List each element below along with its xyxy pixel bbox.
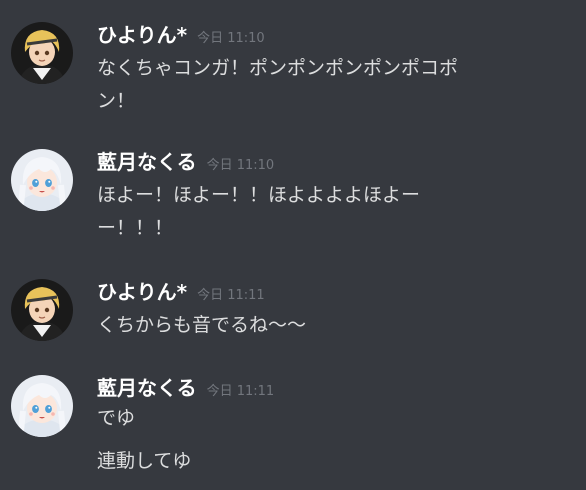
- blonde-anime-avatar-icon[interactable]: [11, 22, 73, 84]
- username[interactable]: ひよりん*: [97, 22, 187, 48]
- message-line: でゆ: [97, 407, 136, 429]
- timestamp: 今日 11:10: [206, 158, 275, 173]
- timestamp: 今日 11:11: [197, 288, 265, 303]
- message-header: ひよりん* 今日 11:10: [97, 22, 265, 48]
- message-line: 連動してゆ: [97, 450, 192, 472]
- white-haired-anime-avatar-icon[interactable]: [11, 375, 73, 437]
- message-line: なくちゃコンガ！ポンポンポンポンポコポ: [97, 57, 459, 79]
- white-haired-anime-avatar-icon[interactable]: [11, 149, 73, 211]
- message-line: くちからも音でるね〜〜: [97, 314, 307, 336]
- username[interactable]: ひよりん*: [97, 279, 187, 305]
- chat-message-list: ひよりん* 今日 11:10 なくちゃコンガ！ポンポンポンポンポコポ ン！ 藍月…: [0, 0, 586, 490]
- username[interactable]: 藍月なくる: [97, 375, 197, 401]
- timestamp: 今日 11:10: [197, 31, 265, 46]
- blonde-anime-avatar-icon[interactable]: [11, 279, 73, 341]
- message-content: なくちゃコンガ！ポンポンポンポンポコポ ン！: [97, 52, 577, 118]
- username[interactable]: 藍月なくる: [97, 149, 197, 175]
- message-content: ほよー！ほよー！！ほよよよよほよー ー！！！: [97, 179, 577, 245]
- message-header: 藍月なくる 今日 11:10: [97, 149, 274, 175]
- message-header: 藍月なくる 今日 11:11: [97, 375, 274, 401]
- message-line: ー！！！: [97, 217, 174, 239]
- message-line: ほよー！ほよー！！ほよよよよほよー: [97, 184, 421, 206]
- message-header: ひよりん* 今日 11:11: [97, 279, 265, 305]
- message-content: でゆ 連動してゆ: [97, 402, 577, 478]
- message-content: くちからも音でるね〜〜: [97, 309, 577, 342]
- message-line: ン！: [97, 90, 136, 112]
